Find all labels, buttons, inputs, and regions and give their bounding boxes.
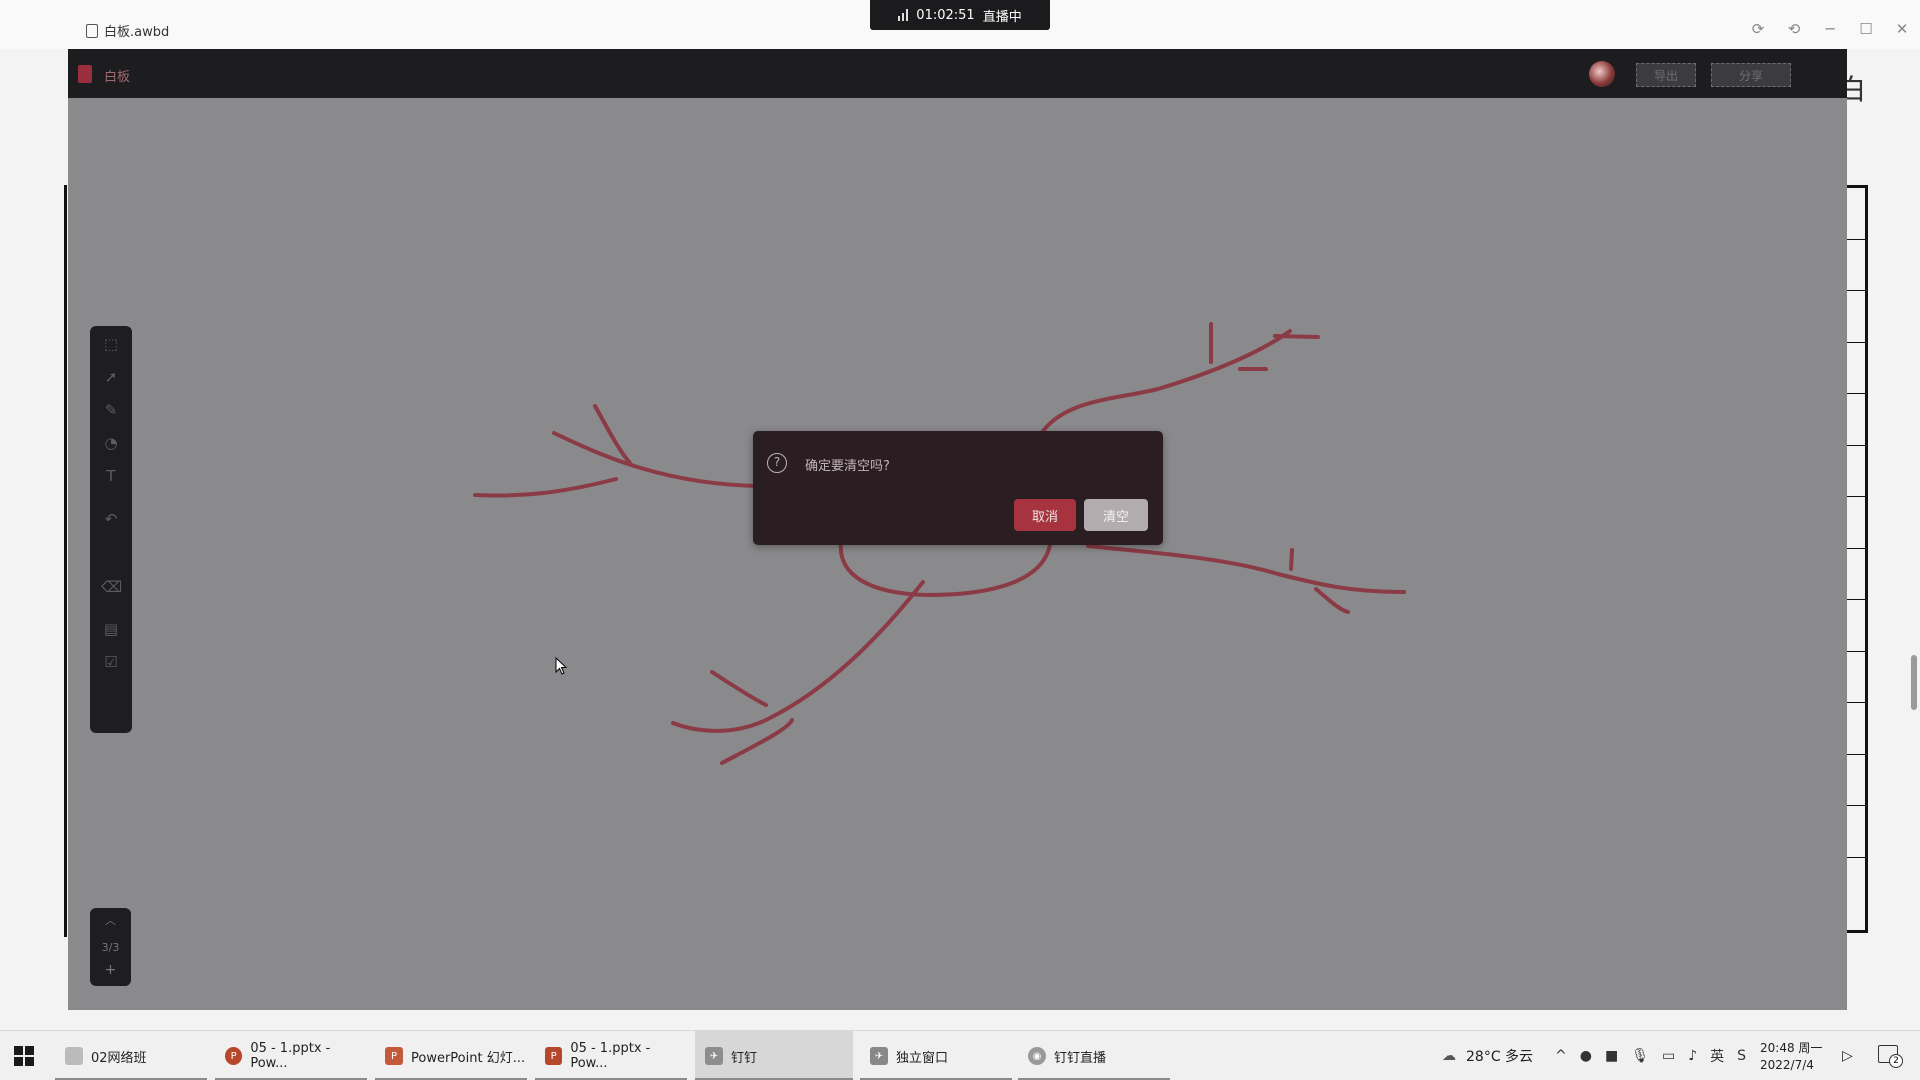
toolbox-icon[interactable]: ▤	[101, 619, 121, 639]
page-indicator: 3/3	[101, 941, 120, 954]
powerpoint-icon: P	[225, 1047, 243, 1065]
select-icon[interactable]: ➚	[101, 367, 121, 387]
chevron-up-icon[interactable]: ^	[1555, 1048, 1567, 1064]
stroke	[1314, 587, 1350, 614]
sogou-icon[interactable]: S	[1737, 1048, 1746, 1064]
scrollbar-thumb[interactable]	[1911, 655, 1917, 710]
eraser-icon[interactable]: ⌫	[101, 577, 122, 597]
system-tray: ^ ● ■ 🎙 ▭ ♪ 英 S	[1555, 1031, 1746, 1080]
page-navigator: ︿ 3/3 +	[90, 908, 131, 986]
taskbar-item-label: 02网络班	[91, 1050, 147, 1066]
ime-icon[interactable]: 英	[1710, 1046, 1724, 1066]
window-title-text: 白板.awbd	[104, 25, 170, 40]
window-title: 白板.awbd	[86, 21, 169, 40]
taskbar: 02网络班 P 05 - 1.pptx - Pow... P PowerPoin…	[0, 1030, 1920, 1080]
stroke	[838, 541, 1052, 598]
taskbar-item[interactable]: P 05 - 1.pptx - Pow...	[535, 1031, 687, 1080]
weather-widget[interactable]: ☁ 28°C 多云	[1442, 1031, 1533, 1080]
history-icon[interactable]: ⟲	[1776, 14, 1812, 44]
window-controls: ⟳ ⟲ ─ ☐ ✕	[1740, 14, 1920, 44]
cancel-button[interactable]: 取消	[1014, 499, 1076, 531]
edit-box-icon[interactable]: ☑	[101, 652, 121, 672]
live-status: 直播中	[982, 9, 1022, 25]
maximize-icon[interactable]: ☐	[1848, 14, 1884, 44]
windows-start-icon[interactable]	[14, 1046, 34, 1066]
taskbar-item[interactable]: ✈ 独立窗口	[860, 1031, 1012, 1080]
whiteboard-app: 白板 导出 分享 ⬚ ➚ ✎ ◔ T ↶ ⌫ ▤ ☑ ︿ 3/3 + ? 确定要…	[68, 49, 1847, 1010]
dingtalk-icon: ✈	[705, 1047, 723, 1065]
stroke	[1273, 334, 1320, 339]
pen-icon[interactable]: ✎	[101, 400, 121, 420]
stroke	[1086, 544, 1406, 594]
volume-icon[interactable]: ♪	[1688, 1048, 1697, 1064]
add-page-button[interactable]: +	[90, 962, 131, 978]
window-titlebar: 白板.awbd 01:02:51 直播中 ⟳ ⟲ ─ ☐ ✕	[0, 0, 1920, 49]
dialog-message: 确定要清空吗?	[805, 459, 890, 474]
stroke	[710, 670, 768, 707]
weather-text: 28°C 多云	[1466, 1049, 1534, 1065]
minimize-icon[interactable]: ─	[1812, 14, 1848, 44]
live-timer: 01:02:51	[916, 7, 975, 23]
signal-icon	[898, 9, 909, 21]
powerpoint-icon: P	[545, 1047, 563, 1065]
stroke	[552, 431, 760, 488]
powerpoint-slideshow-icon: P	[385, 1047, 403, 1065]
chevron-up-icon[interactable]: ︿	[90, 912, 131, 928]
notification-count: 2	[1889, 1054, 1903, 1068]
tool-panel: ⬚ ➚ ✎ ◔ T ↶ ⌫ ▤ ☑	[90, 326, 132, 733]
network-icon[interactable]: ▭	[1662, 1048, 1675, 1064]
new-page-icon[interactable]: ⬚	[101, 334, 121, 354]
network-app-icon[interactable]: ●	[1580, 1048, 1592, 1064]
taskbar-item[interactable]: 02网络班	[55, 1031, 207, 1080]
clock[interactable]: 20:48 周一 2022/7/4	[1760, 1040, 1822, 1074]
taskbar-item[interactable]: P 05 - 1.pptx - Pow...	[215, 1031, 367, 1080]
folder-icon	[65, 1047, 83, 1065]
taskbar-item[interactable]: ✈ 钉钉	[695, 1031, 853, 1080]
refresh-icon[interactable]: ⟳	[1740, 14, 1776, 44]
window-icon: ✈	[870, 1047, 888, 1065]
notification-icon[interactable]: 2	[1878, 1045, 1903, 1068]
taskbar-item-label: PowerPoint 幻灯...	[411, 1050, 526, 1066]
live-status-badge[interactable]: 01:02:51 直播中	[870, 0, 1050, 30]
app-tray-icon[interactable]: ■	[1605, 1048, 1618, 1064]
live-stream-icon: ◉	[1028, 1047, 1046, 1065]
mouse-cursor-icon	[555, 657, 567, 675]
taskbar-item-label: 05 - 1.pptx - Pow...	[250, 1041, 331, 1071]
question-icon: ?	[767, 453, 787, 473]
stroke	[1289, 548, 1294, 571]
taskbar-item[interactable]: P PowerPoint 幻灯...	[375, 1031, 527, 1080]
microphone-icon[interactable]: 🎙	[1631, 1048, 1649, 1064]
stroke	[671, 580, 925, 733]
stroke	[720, 718, 794, 765]
taskbar-item-label: 钉钉	[731, 1050, 758, 1066]
taskbar-item-label: 钉钉直播	[1054, 1050, 1107, 1066]
clear-button[interactable]: 清空	[1084, 499, 1148, 531]
clock-time: 20:48 周一	[1760, 1041, 1823, 1055]
clear-confirm-dialog: ? 确定要清空吗? 取消 清空	[753, 431, 1163, 545]
show-desktop-icon[interactable]: ▷	[1842, 1031, 1853, 1080]
taskbar-item[interactable]: ◉ 钉钉直播	[1018, 1031, 1170, 1080]
doc-border-line	[64, 185, 67, 937]
taskbar-item-label: 05 - 1.pptx - Pow...	[570, 1041, 651, 1071]
stroke	[473, 477, 618, 498]
undo-icon[interactable]: ↶	[101, 509, 121, 529]
clock-date: 2022/7/4	[1760, 1058, 1814, 1072]
file-icon	[86, 23, 98, 38]
taskbar-item-label: 独立窗口	[896, 1050, 949, 1066]
side-grid	[1846, 185, 1868, 933]
stroke	[1041, 329, 1292, 433]
text-icon[interactable]: T	[101, 466, 121, 486]
weather-icon: ☁	[1442, 1048, 1456, 1064]
close-icon[interactable]: ✕	[1884, 14, 1920, 44]
shapes-icon[interactable]: ◔	[101, 433, 121, 453]
